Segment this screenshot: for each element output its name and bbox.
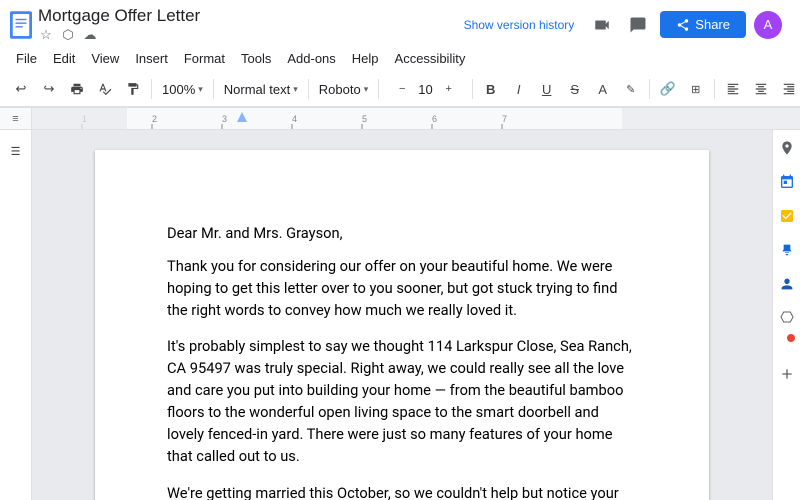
separator-7 [714,79,715,99]
style-chevron: ▾ [293,84,298,95]
paragraph-3[interactable]: We're getting married this October, so w… [167,482,637,500]
font-size-decrease[interactable]: − [389,76,415,102]
highlight-button[interactable]: ✎ [618,76,644,102]
drive-icon[interactable] [777,308,797,328]
paint-format-button[interactable] [120,76,146,102]
menu-edit[interactable]: Edit [45,47,83,70]
menu-file[interactable]: File [8,47,45,70]
font-size-increase[interactable]: + [436,76,462,102]
strikethrough-button[interactable]: S [562,76,588,102]
svg-text:5: 5 [362,114,367,124]
version-history-link[interactable]: Show version history [456,14,583,36]
font-size-dropdown[interactable]: − 10 + [384,76,466,102]
zoom-chevron: ▾ [198,84,203,95]
align-center-button[interactable] [748,76,774,102]
meet-icon-button[interactable] [588,11,616,39]
contacts-icon[interactable] [777,274,797,294]
star-icon[interactable]: ☆ [38,27,54,43]
separator-6 [649,79,650,99]
insert-image-button[interactable]: ⊞ [683,76,709,102]
svg-text:4: 4 [292,114,297,124]
bold-button[interactable]: B [478,76,504,102]
chat-icon-button[interactable] [624,11,652,39]
undo-button[interactable]: ↩ [8,76,34,102]
underline-button[interactable]: U [534,76,560,102]
right-panel [772,130,800,500]
cloud-icon: ☁ [82,27,98,43]
document-title[interactable]: Mortgage Offer Letter [38,6,450,26]
svg-text:7: 7 [502,114,507,124]
paragraph-2[interactable]: It's probably simplest to say we thought… [167,335,637,467]
separator-2 [213,79,214,99]
link-button[interactable]: 🔗 [655,76,681,102]
keep-icon[interactable] [777,240,797,260]
user-avatar[interactable]: A [754,11,782,39]
folder-icon[interactable]: ⬡ [60,27,76,43]
svg-text:6: 6 [432,114,437,124]
menu-help[interactable]: Help [344,47,387,70]
tasks-icon[interactable] [777,206,797,226]
doc-icon [10,11,32,39]
font-color-button[interactable]: A [590,76,616,102]
paragraph-0[interactable]: Dear Mr. and Mrs. Grayson, [167,222,637,244]
redo-button[interactable]: ↪ [36,76,62,102]
font-dropdown[interactable]: Roboto ▾ [314,76,373,102]
menu-insert[interactable]: Insert [127,47,176,70]
align-left-button[interactable] [720,76,746,102]
zoom-dropdown[interactable]: 100% ▾ [157,76,208,102]
calendar-icon[interactable] [777,172,797,192]
italic-button[interactable]: I [506,76,532,102]
add-icon[interactable] [777,364,797,384]
document-page: Dear Mr. and Mrs. Grayson, Thank you for … [95,150,709,500]
svg-text:2: 2 [152,114,157,124]
sidebar-toggle[interactable]: ≡ [0,108,32,130]
spellcheck-button[interactable] [92,76,118,102]
menu-accessibility[interactable]: Accessibility [387,47,474,70]
svg-text:3: 3 [222,114,227,124]
print-button[interactable] [64,76,90,102]
separator-5 [472,79,473,99]
separator-4 [378,79,379,99]
notification-dot [787,334,795,342]
menu-format[interactable]: Format [176,47,233,70]
share-label: Share [695,17,730,32]
align-right-button[interactable] [776,76,800,102]
menu-addons[interactable]: Add-ons [279,47,343,70]
document-scroll-area[interactable]: Dear Mr. and Mrs. Grayson, Thank you for … [32,130,772,500]
share-button[interactable]: Share [660,11,746,38]
outline-toggle[interactable]: ☰ [3,138,29,164]
paragraph-1[interactable]: Thank you for considering our offer on y… [167,255,637,321]
font-chevron: ▾ [364,84,369,95]
ruler: 1 2 3 4 5 6 7 [32,108,800,129]
separator-1 [151,79,152,99]
menu-tools[interactable]: Tools [233,47,279,70]
left-sidebar: ☰ [0,130,32,500]
maps-icon[interactable] [777,138,797,158]
separator-3 [308,79,309,99]
text-style-dropdown[interactable]: Normal text ▾ [219,76,303,102]
menu-view[interactable]: View [83,47,127,70]
